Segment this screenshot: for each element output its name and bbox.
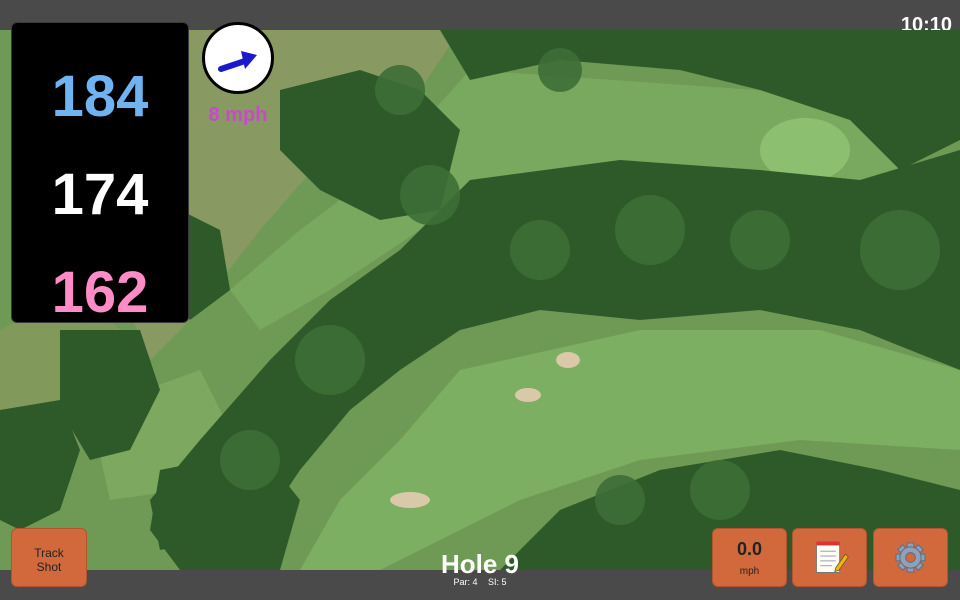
distance-panel: 184 174 162 [11,22,189,323]
hole-info: Par: 4 SI: 5 [400,577,560,587]
settings-button[interactable] [873,528,948,587]
notes-button[interactable] [792,528,867,587]
wind-indicator [202,22,274,94]
track-shot-label-line1: Track [34,546,64,560]
speed-value: 0.0 [736,539,763,559]
wind-speed: 8 mph [208,104,268,126]
back-distance: 184 [51,64,149,129]
front-distance: 162 [51,260,149,325]
speed-unit: mph [739,566,760,577]
middle-distance: 174 [51,162,149,227]
hole-title: Hole 9 [440,549,520,579]
hole-stroke-index: SI: 5 [488,577,507,587]
wind-arrow-icon [218,51,257,72]
speed-button[interactable]: 0.0 mph [712,528,787,587]
track-shot-button[interactable]: Track Shot [11,528,87,587]
hole-par: Par: 4 [453,577,478,587]
notepad-icon [815,541,849,573]
track-shot-label-line2: Shot [36,560,62,574]
gear-icon [895,542,926,573]
